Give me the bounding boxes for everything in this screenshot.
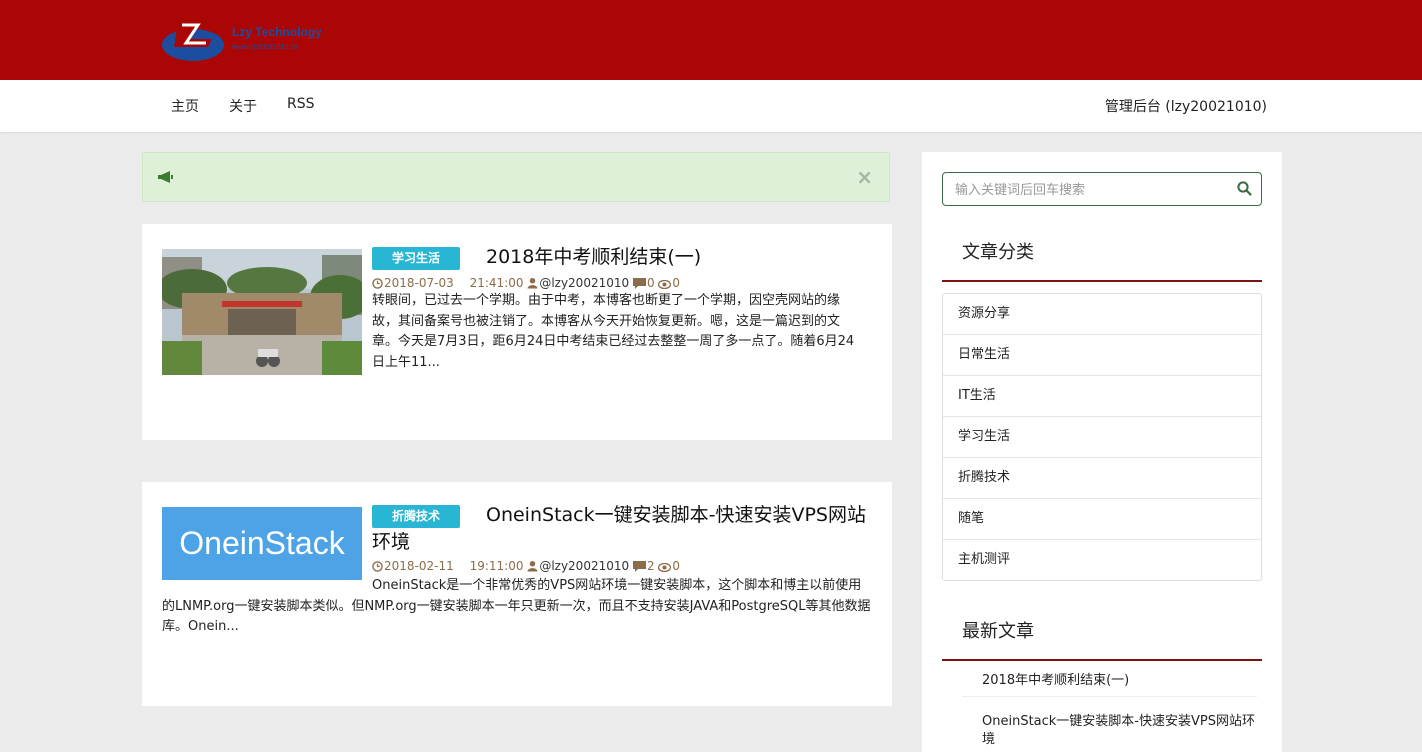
post-views-count: 0 [672, 559, 681, 573]
post-thumbnail[interactable]: OneinStack [162, 507, 362, 580]
categories-heading: 文章分类 [962, 242, 1034, 263]
user-icon [527, 277, 538, 289]
nav-item-about[interactable]: 关于 [229, 96, 257, 116]
logo-subtitle: www.lzy20021010.cn [232, 44, 298, 51]
recent-post-link[interactable]: OneinStack一键安装脚本-快速安装VPS网站环境 [982, 713, 1257, 749]
post-comments-count: 2 [646, 559, 655, 573]
category-item[interactable]: IT生活 [943, 375, 1261, 416]
clock-icon [372, 278, 383, 289]
school-gate-photo [162, 249, 362, 375]
post-thumbnail[interactable] [162, 249, 362, 375]
notice-close-button[interactable]: × [856, 165, 873, 189]
logo-mark-icon [162, 21, 224, 61]
category-item[interactable]: 学习生活 [943, 416, 1261, 457]
categories-divider [942, 280, 1262, 282]
recent-posts-heading: 最新文章 [962, 621, 1034, 642]
recent-post-separator [962, 696, 1257, 697]
post-title[interactable]: OneinStack一键安装脚本-快速安装VPS网站环境 [372, 502, 872, 556]
category-item[interactable]: 折腾技术 [943, 457, 1261, 498]
post-time: 21:41:00 [469, 276, 524, 290]
nav-item-home[interactable]: 主页 [171, 96, 199, 116]
post-time: 19:11:00 [469, 559, 524, 573]
sidebar: 文章分类 资源分享 日常生活 IT生活 学习生活 折腾技术 随笔 主机测评 最新… [922, 152, 1282, 752]
eye-icon [658, 563, 672, 572]
site-header: Lzy Technology www.lzy20021010.cn [0, 0, 1422, 80]
comment-icon [632, 278, 646, 289]
category-item[interactable]: 日常生活 [943, 334, 1261, 375]
post-author[interactable]: @lzy20021010 [539, 276, 629, 290]
search-input[interactable] [943, 173, 1237, 207]
post-excerpt: OneinStack是一个非常优秀的VPS网站环境一键安装脚本，这个脚本和博主以… [162, 578, 871, 634]
thumbnail-text: OneinStack [179, 525, 345, 561]
post-date: 2018-07-03 [384, 276, 454, 290]
category-item[interactable]: 资源分享 [943, 294, 1261, 334]
notice-alert: × [142, 152, 890, 202]
post-views-count: 0 [672, 276, 681, 290]
megaphone-icon [158, 171, 173, 183]
user-icon [527, 560, 538, 572]
post-meta: 2018-07-03 21:41:00 @lzy20021010 0 0 [372, 276, 680, 290]
post-card: OneinStack 折腾技术 OneinStack一键安装脚本-快速安装VPS… [142, 482, 892, 706]
post-meta: 2018-02-11 19:11:00 @lzy20021010 2 0 [372, 559, 680, 573]
post-card: 学习生活 2018年中考顺利结束(一) 2018-07-03 21:41:00 … [142, 224, 892, 440]
search-icon[interactable] [1237, 181, 1252, 196]
category-item[interactable]: 主机测评 [943, 539, 1261, 580]
category-list: 资源分享 日常生活 IT生活 学习生活 折腾技术 随笔 主机测评 [942, 293, 1262, 581]
logo-title: Lzy Technology [232, 25, 322, 39]
post-title[interactable]: 2018年中考顺利结束(一) [372, 244, 872, 271]
recent-posts-divider [942, 659, 1262, 661]
post-author[interactable]: @lzy20021010 [539, 559, 629, 573]
nav-admin-link[interactable]: 管理后台 (lzy20021010) [1105, 96, 1267, 116]
clock-icon [372, 561, 383, 572]
search-box [942, 172, 1262, 207]
main-nav: 主页 关于 RSS 管理后台 (lzy20021010) [0, 80, 1422, 132]
post-comments-count: 0 [646, 276, 655, 290]
site-logo[interactable]: Lzy Technology www.lzy20021010.cn [160, 17, 340, 65]
post-date: 2018-02-11 [384, 559, 454, 573]
post-excerpt: 转眼间，已过去一个学期。由于中考，本博客也断更了一个学期，因空壳网站的缘故，其间… [372, 293, 855, 370]
recent-post-link[interactable]: 2018年中考顺利结束(一) [982, 672, 1257, 690]
eye-icon [658, 280, 672, 289]
category-item[interactable]: 随笔 [943, 498, 1261, 539]
comment-icon [632, 561, 646, 572]
nav-item-rss[interactable]: RSS [287, 96, 315, 112]
